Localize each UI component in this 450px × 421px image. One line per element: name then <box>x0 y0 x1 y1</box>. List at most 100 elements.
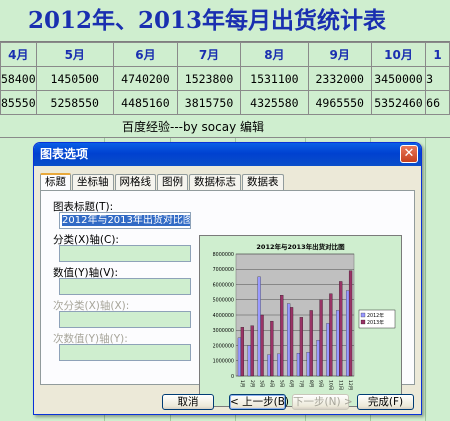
close-icon: ✕ <box>403 146 415 161</box>
bar-2013年 <box>339 281 343 377</box>
bar-2013年 <box>260 314 264 377</box>
dialog-titlebar[interactable]: 图表选项 ✕ <box>34 143 421 166</box>
tab-legend[interactable]: 图例 <box>157 174 188 190</box>
month-header-row: 4月 5月 6月 7月 8月 9月 10月 1 <box>0 42 450 67</box>
cell[interactable]: 2332000 <box>307 66 372 91</box>
col-header[interactable]: 4月 <box>0 42 37 67</box>
cell[interactable]: 3815750 <box>176 90 242 115</box>
cell[interactable]: 3 <box>425 66 450 91</box>
bar-2013年 <box>270 320 274 377</box>
category-x-axis-input[interactable] <box>59 245 191 262</box>
tab-axes[interactable]: 坐标轴 <box>72 174 114 190</box>
x-tick-label: 5月 <box>278 380 284 387</box>
x-tick-label: 10月 <box>327 380 333 390</box>
cell[interactable]: 85550 <box>0 90 37 115</box>
tab-panel-titles: 图表标题(T): 2012年与2013年出货对比图 分类(X)轴(C): 数值(… <box>40 190 415 407</box>
col-header[interactable]: 5月 <box>35 42 114 67</box>
credit-text: 百度经验---by socay 编辑 <box>122 120 264 134</box>
cell[interactable]: 3450000 <box>370 66 427 91</box>
tab-data-labels[interactable]: 数据标志 <box>189 174 241 190</box>
col-header[interactable]: 1 <box>425 42 450 67</box>
bar-2012年 <box>247 345 251 377</box>
dialog-title: 图表选项 <box>40 147 89 161</box>
y-tick-label: 4000000 <box>213 313 234 319</box>
bar-2012年 <box>237 337 242 377</box>
bar-2012年 <box>306 352 310 377</box>
x-tick-label: 6月 <box>288 380 294 387</box>
bar-2013年 <box>299 317 303 377</box>
preview-chart-svg: 0 1000000 2000000 3000000 4000000 5000000 6000… <box>213 252 396 390</box>
x-tick-label: 9月 <box>318 380 324 387</box>
cell[interactable]: 4485160 <box>112 90 178 115</box>
bar-2013年 <box>329 293 333 377</box>
x-tick-label: 2月 <box>249 380 255 387</box>
cell[interactable]: 4965550 <box>307 90 372 115</box>
bar-2013年 <box>240 327 244 377</box>
x-tick-label: 4月 <box>268 380 274 387</box>
table-row: 58400 1450500 4740200 1523800 1531100 23… <box>0 66 450 91</box>
x-tick-label: 7月 <box>298 380 304 387</box>
cell[interactable]: 1523800 <box>176 66 242 91</box>
cell[interactable]: 66 <box>425 90 450 115</box>
bar-2012年 <box>267 354 271 377</box>
cell[interactable]: 1531100 <box>240 66 309 91</box>
col-header[interactable]: 6月 <box>112 42 178 67</box>
gridline <box>425 138 426 421</box>
spreadsheet-window: 2012年、2013年每月出货统计表 4月 5月 6月 7月 8月 9月 10月… <box>0 0 450 421</box>
x-tick-label: 1月 <box>239 380 245 387</box>
chart-title-input[interactable]: 2012年与2013年出货对比图 <box>59 212 191 229</box>
bar-2013年 <box>280 295 284 377</box>
finish-button[interactable]: 完成(F) <box>357 394 414 410</box>
tab-titles[interactable]: 标题 <box>40 173 71 191</box>
tab-strip: 标题 坐标轴 网格线 图例 数据标志 数据表 <box>40 173 285 191</box>
bar-2013年 <box>289 307 294 377</box>
legend-label: 2012年 <box>367 312 384 319</box>
tab-gridlines[interactable]: 网格线 <box>114 174 156 190</box>
y-tick-label: 5000000 <box>213 298 234 304</box>
legend-swatch <box>360 319 366 325</box>
bar-2012年 <box>287 303 291 377</box>
back-button[interactable]: < 上一步(B) <box>229 394 289 410</box>
y-tick-label: 3000000 <box>213 328 234 334</box>
legend-label: 2013年 <box>367 319 384 326</box>
col-header[interactable]: 8月 <box>240 42 309 67</box>
value-y-axis-input[interactable] <box>59 278 191 295</box>
chart-options-dialog: 图表选项 ✕ 标题 坐标轴 网格线 图例 数据标志 数据表 图表标题(T): 2… <box>33 142 422 415</box>
cancel-button[interactable]: 取消 <box>162 394 214 410</box>
legend-swatch <box>360 312 366 318</box>
next-button[interactable]: 下一步(N) > <box>292 394 353 410</box>
tab-data-table[interactable]: 数据表 <box>242 174 284 190</box>
sheet-title: 2012年、2013年每月出货统计表 <box>0 0 450 42</box>
y-tick-label: 7000000 <box>213 267 234 273</box>
x-tick-label: 12月 <box>347 380 353 390</box>
bar-2013年 <box>250 325 254 377</box>
data-table: 4月 5月 6月 7月 8月 9月 10月 1 58400 1450500 47… <box>0 42 450 115</box>
y-tick-label: 0 <box>231 374 234 380</box>
y-tick-label: 8000000 <box>213 252 234 258</box>
bar-2012年 <box>277 353 281 377</box>
x-tick-label: 11月 <box>337 380 343 390</box>
cell[interactable]: 5352460 <box>370 90 427 115</box>
cell[interactable]: 58400 <box>0 66 37 91</box>
x-tick-label: 3月 <box>259 380 265 387</box>
cell[interactable]: 4740200 <box>112 66 178 91</box>
y-tick-label: 6000000 <box>213 282 234 288</box>
chart-preview: 2012年与2013年出货对比图 0 1000000 2000000 3000000 4… <box>199 235 402 407</box>
bar-2012年 <box>326 323 330 377</box>
x-tick-label: 8月 <box>308 380 314 387</box>
close-button[interactable]: ✕ <box>400 145 418 163</box>
secondary-value-axis-input <box>59 344 191 361</box>
col-header[interactable]: 9月 <box>307 42 372 67</box>
col-header[interactable]: 7月 <box>176 42 242 67</box>
bar-2012年 <box>346 290 350 377</box>
cell[interactable]: 1450500 <box>35 66 114 91</box>
bar-2012年 <box>257 276 261 377</box>
bar-2012年 <box>316 340 320 377</box>
col-header[interactable]: 10月 <box>370 42 427 67</box>
bar-2013年 <box>319 299 323 377</box>
cell[interactable]: 5258550 <box>35 90 114 115</box>
cell[interactable]: 4325580 <box>240 90 309 115</box>
bar-2012年 <box>296 353 301 377</box>
bar-2013年 <box>348 270 353 377</box>
bar-2013年 <box>309 310 313 377</box>
